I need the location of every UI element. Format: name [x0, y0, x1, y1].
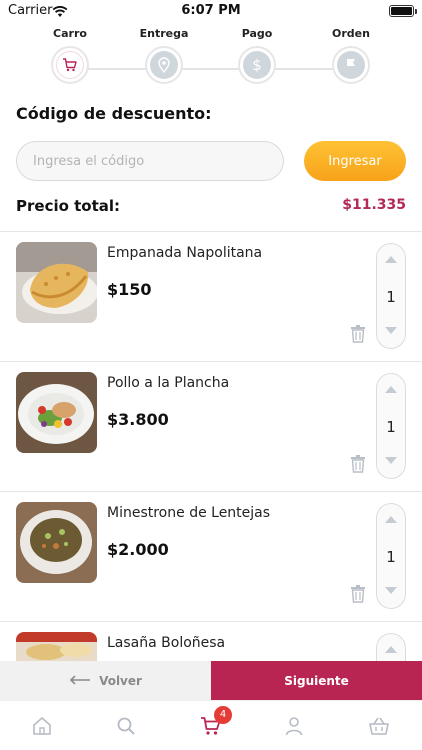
- apply-discount-button[interactable]: Ingresar: [304, 141, 406, 181]
- back-button-label: Volver: [99, 673, 142, 688]
- search-icon[interactable]: [111, 711, 141, 741]
- step-circle: [145, 46, 183, 84]
- step-carro[interactable]: Carro: [25, 26, 115, 84]
- item-name: Pollo a la Plancha: [107, 375, 230, 391]
- step-label: Carro: [53, 27, 87, 40]
- increase-quantity-button[interactable]: [385, 646, 397, 653]
- step-label: Pago: [241, 27, 273, 40]
- quantity-stepper: 1: [376, 243, 406, 349]
- arrow-left-icon: [69, 674, 91, 688]
- total-label: Precio total:: [16, 197, 121, 215]
- trash-icon[interactable]: [350, 585, 366, 603]
- step-circle: [51, 46, 89, 84]
- step-orden[interactable]: Orden: [306, 26, 396, 84]
- item-image: [16, 632, 97, 661]
- clock: 6:07 PM: [181, 3, 241, 18]
- cart-count-badge: 4: [214, 706, 232, 724]
- checkout-stepper: Carro Entrega Pago $ Orden: [0, 26, 422, 98]
- item-price: $150: [107, 280, 152, 299]
- total-value: $11.335: [342, 197, 406, 213]
- item-image: [16, 242, 97, 323]
- location-icon: [150, 51, 178, 79]
- quantity-value: 1: [386, 418, 396, 436]
- trash-icon[interactable]: [350, 455, 366, 473]
- dollar-icon: $: [243, 51, 271, 79]
- item-name: Empanada Napolitana: [107, 245, 263, 261]
- cart-item: Empanada Napolitana $150 1: [0, 232, 422, 362]
- increase-quantity-button[interactable]: [385, 386, 397, 393]
- step-circle: $: [238, 46, 276, 84]
- status-bar: Carrier 6:07 PM: [0, 0, 422, 22]
- next-button[interactable]: Siguiente: [211, 661, 422, 700]
- footer-buttons: Volver Siguiente: [0, 661, 422, 700]
- item-name: Lasaña Boloñesa: [107, 635, 226, 651]
- step-circle: [332, 46, 370, 84]
- step-entrega[interactable]: Entrega: [119, 26, 209, 84]
- battery-icon: [389, 5, 417, 17]
- step-pago[interactable]: Pago $: [212, 26, 302, 84]
- decrease-quantity-button[interactable]: [385, 327, 397, 334]
- basket-icon[interactable]: [364, 711, 394, 741]
- cart-item: Pollo a la Plancha $3.800 1: [0, 362, 422, 492]
- quantity-stepper: 1: [376, 503, 406, 609]
- step-label: Orden: [332, 27, 370, 40]
- svg-text:$: $: [252, 56, 262, 74]
- tab-bar: 4: [0, 700, 422, 750]
- quantity-stepper: 1: [376, 373, 406, 479]
- discount-title: Código de descuento:: [16, 104, 212, 123]
- cart-list[interactable]: Empanada Napolitana $150 1 Pollo a la Pl…: [0, 231, 422, 661]
- home-icon[interactable]: [27, 711, 57, 741]
- cart-icon: [56, 51, 84, 79]
- increase-quantity-button[interactable]: [385, 516, 397, 523]
- increase-quantity-button[interactable]: [385, 256, 397, 263]
- back-button[interactable]: Volver: [0, 661, 211, 700]
- item-price: $2.000: [107, 540, 169, 559]
- decrease-quantity-button[interactable]: [385, 457, 397, 464]
- quantity-value: 1: [386, 288, 396, 306]
- item-image: [16, 372, 97, 453]
- decrease-quantity-button[interactable]: [385, 587, 397, 594]
- cart-item: Minestrone de Lentejas $2.000 1: [0, 492, 422, 622]
- item-image: [16, 502, 97, 583]
- user-icon[interactable]: [279, 711, 309, 741]
- discount-code-input[interactable]: [16, 141, 284, 181]
- item-name: Minestrone de Lentejas: [107, 505, 271, 521]
- item-price: $3.800: [107, 410, 169, 429]
- trash-icon[interactable]: [350, 325, 366, 343]
- quantity-value: 1: [386, 548, 396, 566]
- cart-item: Lasaña Boloñesa: [0, 622, 422, 661]
- step-label: Entrega: [139, 27, 189, 40]
- quantity-stepper: [376, 633, 406, 661]
- flag-icon: [337, 51, 365, 79]
